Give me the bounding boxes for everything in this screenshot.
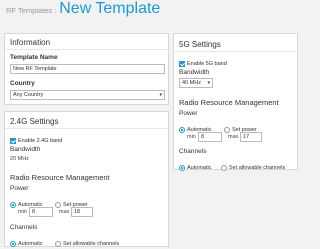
- radio-selected-icon: [179, 126, 185, 133]
- band24-channels-automatic-radio[interactable]: Automatic: [10, 235, 42, 249]
- band5-bandwidth-select[interactable]: 40 MHz ▾: [179, 78, 213, 88]
- band5-channels-set-label: Set allowable channels: [229, 164, 286, 171]
- country-label: Country: [10, 80, 35, 87]
- band5-bandwidth-label: Bandwidth: [179, 69, 210, 76]
- page-header: RF Templates : New Template: [0, 0, 300, 20]
- information-heading: Information: [10, 38, 51, 47]
- country-select-value: Any Country: [13, 92, 44, 98]
- radio-unselected-icon: [55, 201, 61, 208]
- page-title: New Template: [59, 0, 161, 17]
- checkbox-checked-icon: [10, 137, 16, 144]
- template-name-input[interactable]: New RF Template: [10, 64, 165, 74]
- band5-max-input[interactable]: 17: [240, 132, 262, 142]
- band5-bandwidth-value: 40 MHz: [182, 80, 201, 86]
- band24-min-label: min: [18, 209, 27, 215]
- band5-channels-automatic-label: Automatic: [187, 164, 212, 171]
- band5-rrm-heading: Radio Resource Management: [179, 98, 279, 107]
- band24-power-label: Power: [10, 185, 29, 192]
- radio-unselected-icon: [224, 126, 230, 133]
- band5-enable-label: Enable 5G band: [187, 60, 227, 67]
- band24-max-input[interactable]: 18: [71, 207, 93, 217]
- divider: [5, 49, 168, 50]
- radio-selected-icon: [179, 164, 185, 171]
- band5-min-label: min: [187, 134, 196, 140]
- band5-min-input[interactable]: 8: [198, 132, 222, 142]
- select-arrow-icon: ▾: [207, 80, 210, 86]
- band5-max-label: max: [228, 134, 239, 140]
- band24-channels-set-radio[interactable]: Set allowable channels: [55, 235, 119, 249]
- band24-channels-automatic-label: Automatic: [18, 240, 43, 247]
- band24-min-input[interactable]: 8: [29, 207, 53, 217]
- band24-panel: 2.4G Settings Enable 2.4G band Bandwidth…: [4, 111, 169, 247]
- breadcrumb-separator: :: [54, 6, 57, 15]
- band24-enable-label: Enable 2.4G band: [18, 137, 63, 144]
- band5-power-label: Power: [179, 110, 198, 117]
- country-select[interactable]: Any Country ▾: [10, 90, 165, 100]
- band24-rrm-heading: Radio Resource Management: [10, 173, 110, 182]
- band24-channels-set-label: Set allowable channels: [63, 240, 120, 247]
- band24-heading: 2.4G Settings: [10, 117, 59, 126]
- divider: [5, 128, 168, 129]
- band5-channels-automatic-radio[interactable]: Automatic: [179, 159, 211, 177]
- information-panel: Information Template Name New RF Templat…: [4, 33, 169, 105]
- band5-heading: 5G Settings: [179, 40, 221, 49]
- radio-selected-icon: [10, 201, 16, 208]
- band24-bandwidth-value: 20 MHz: [10, 156, 29, 162]
- radio-selected-icon: [10, 240, 16, 247]
- band5-panel: 5G Settings Enable 5G band Bandwidth 40 …: [173, 33, 298, 171]
- template-name-label: Template Name: [10, 54, 58, 61]
- checkbox-checked-icon: [179, 60, 185, 67]
- radio-unselected-icon: [221, 164, 227, 171]
- breadcrumb[interactable]: RF Templates: [6, 6, 52, 15]
- divider: [174, 51, 297, 52]
- band24-bandwidth-label: Bandwidth: [10, 146, 41, 153]
- band24-channels-label: Channels: [10, 224, 38, 231]
- band24-max-label: max: [59, 209, 70, 215]
- radio-unselected-icon: [55, 240, 61, 247]
- band5-channels-label: Channels: [179, 148, 207, 155]
- select-arrow-icon: ▾: [159, 92, 162, 98]
- band5-channels-set-radio[interactable]: Set allowable channels: [221, 159, 285, 177]
